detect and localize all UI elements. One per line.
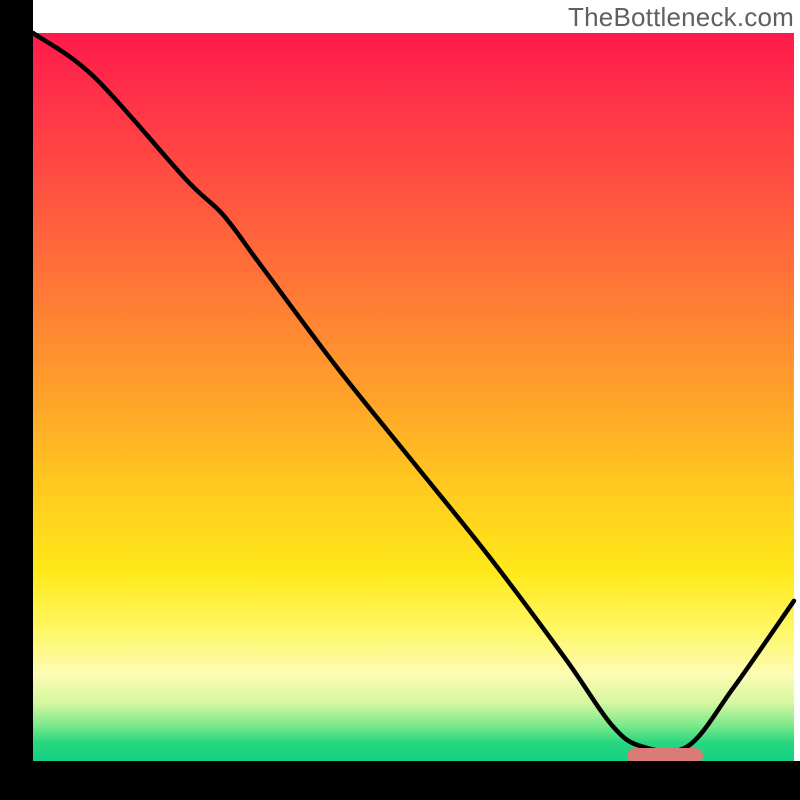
bottleneck-curve <box>33 33 794 761</box>
watermark-text: TheBottleneck.com <box>568 2 794 33</box>
chart-container: TheBottleneck.com <box>0 0 800 800</box>
plot-area <box>33 33 794 761</box>
x-axis-line <box>0 761 800 800</box>
y-axis-line <box>0 0 33 800</box>
